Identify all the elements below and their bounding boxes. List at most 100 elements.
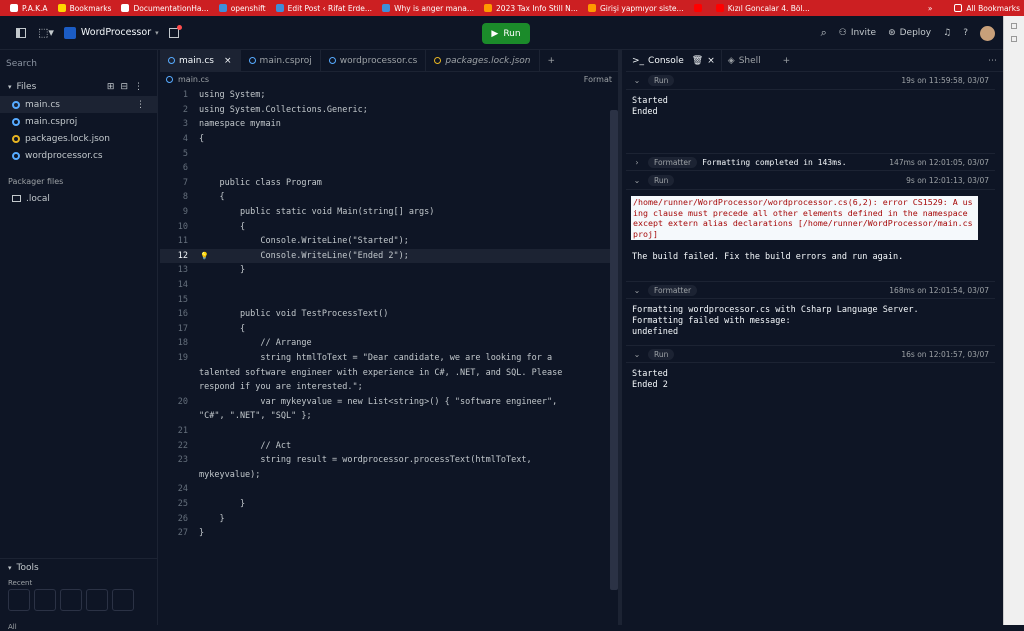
line-number: 20: [177, 396, 188, 407]
console-tabs: >_ Console 🗑 × ◈ Shell + ⋯: [626, 49, 1003, 72]
file-menu-icon[interactable]: ⋮: [136, 100, 145, 110]
new-tab-button[interactable]: +: [777, 50, 797, 72]
close-icon[interactable]: ×: [707, 56, 715, 66]
csharp-icon: [248, 57, 256, 64]
code-line: 20 var mykeyvalue = new List<string>() {…: [160, 395, 615, 410]
files-section[interactable]: ▾ Files ⊞⊟⋮: [0, 78, 157, 96]
bookmark-item[interactable]: Edit Post ‹ Rifat Erde...: [275, 4, 372, 13]
code-line: respond if you are interested.";: [160, 380, 615, 395]
tab-console[interactable]: >_ Console 🗑 ×: [626, 49, 722, 72]
code-text: Console.WriteLine("Ended 2");: [199, 250, 409, 261]
help-button[interactable]: ?: [963, 28, 968, 38]
tool-slot[interactable]: [86, 589, 108, 611]
bookmark-icon: [382, 4, 391, 12]
code-line: 25 }: [160, 497, 615, 512]
bookmark-item[interactable]: Kızıl Goncalar 4. Böl...: [715, 4, 810, 13]
formatter-entry-2[interactable]: ⌄ Formatter 168ms on 12:01:54, 03/07: [626, 281, 995, 299]
folder-icon: [12, 195, 21, 202]
tool-slot[interactable]: [34, 589, 56, 611]
code-text: {: [199, 323, 246, 334]
file-item[interactable]: main.cs ⋮: [0, 96, 157, 113]
lightbulb-icon[interactable]: 💡: [200, 252, 209, 260]
more-icon[interactable]: ⋯: [982, 50, 1003, 72]
file-item[interactable]: packages.lock.json: [0, 130, 157, 147]
folder-icon: [954, 4, 963, 12]
code-line: 16 public void TestProcessText(): [160, 307, 615, 322]
tab-packages-lock-json[interactable]: packages.lock.json: [426, 49, 540, 72]
bookmark-item[interactable]: Why is anger mana...: [382, 4, 474, 13]
tools-section[interactable]: ▾ Tools: [0, 559, 157, 577]
code-text: "C#", ".NET", "SQL" };: [199, 411, 312, 422]
csharp-icon: [168, 57, 175, 64]
tool-slot[interactable]: [112, 589, 134, 611]
run-entry-3[interactable]: ⌄ Run 16s on 12:01:57, 03/07: [626, 345, 995, 363]
code-text: string result = wordprocessor.processTex…: [199, 455, 532, 466]
run-entry-1[interactable]: ⌄ Run 19s on 11:59:58, 03/07: [626, 72, 995, 90]
file-item[interactable]: main.csproj: [0, 113, 157, 130]
code-text: }: [199, 265, 246, 276]
bookmark-item[interactable]: [693, 4, 706, 12]
deploy-icon: ⊛: [888, 28, 896, 38]
run-button[interactable]: ▶ Run: [482, 23, 530, 44]
run-entry-2[interactable]: ⌄ Run 9s on 12:01:13, 03/07: [626, 172, 995, 190]
bookmark-item[interactable]: Girişi yapmıyor siste...: [587, 4, 684, 13]
line-number: 12: [177, 250, 188, 261]
format-button[interactable]: Format: [584, 75, 612, 84]
run-output-3: Started Ended 2: [632, 369, 668, 390]
sidebar-toggle-icon[interactable]: [16, 27, 26, 38]
database-icon[interactable]: [168, 24, 182, 38]
code-text: respond if you are interested.";: [199, 382, 363, 393]
repl-name[interactable]: WordProcessor: [81, 27, 151, 38]
avatar[interactable]: [980, 25, 995, 41]
code-text: namespace mymain: [199, 119, 281, 130]
new-tab-button[interactable]: +: [540, 50, 564, 72]
code-line: 13 }: [160, 263, 615, 278]
editor-scrollbar[interactable]: [610, 110, 618, 590]
build-error-message: /home/runner/WordProcessor/wordprocessor…: [631, 196, 978, 240]
bookmark-item[interactable]: openshift: [218, 4, 266, 13]
console-pane: >_ Console 🗑 × ◈ Shell + ⋯ ⌄ Run 19s on 11:59:…: [626, 49, 1003, 625]
tab-shell[interactable]: ◈ Shell: [722, 50, 767, 72]
workspace-icon[interactable]: ⬚▾: [38, 26, 54, 39]
file-item-local[interactable]: .local: [0, 190, 157, 207]
file-item[interactable]: wordprocessor.cs: [0, 147, 157, 164]
code-line: "C#", ".NET", "SQL" };: [160, 409, 615, 424]
invite-button[interactable]: ⚇ Invite: [839, 28, 876, 38]
tab-main-csproj[interactable]: main.csproj: [241, 49, 321, 72]
search-icon[interactable]: ⌕: [821, 26, 827, 40]
all-bookmarks[interactable]: All Bookmarks: [966, 4, 1020, 13]
line-number: 18: [177, 338, 188, 349]
code-text: using System.Collections.Generic;: [199, 104, 368, 115]
line-number: 17: [177, 323, 188, 334]
code-line: 18 // Arrange: [160, 336, 615, 351]
code-line: 9 public static void Main(string[] args): [160, 205, 615, 220]
tab-main-cs[interactable]: main.cs ×: [160, 49, 241, 72]
code-text: // Arrange: [199, 338, 312, 349]
bookmark-item[interactable]: 2023 Tax Info Still N...: [484, 4, 578, 13]
code-text: Console.WriteLine("Started");: [199, 236, 409, 247]
tab-wordprocessor-cs[interactable]: wordprocessor.cs: [321, 49, 427, 72]
sidebar: Search ▾ Files ⊞⊟⋮ main.cs ⋮ main.csproj pack…: [0, 50, 158, 631]
bookmark-item[interactable]: Bookmarks: [57, 4, 111, 13]
bell-icon[interactable]: ♫: [943, 28, 951, 38]
tool-slot[interactable]: [8, 589, 30, 611]
file-actions-icon[interactable]: ⊞⊟⋮: [107, 82, 149, 92]
chevron-down-icon[interactable]: ▾: [155, 29, 159, 37]
repl-logo-icon: [63, 26, 76, 39]
bookmark-icon: [587, 4, 596, 12]
search-input[interactable]: Search: [6, 56, 151, 72]
deploy-button[interactable]: ⊛ Deploy: [888, 28, 931, 38]
line-number: 4: [182, 134, 188, 145]
formatter-entry-1[interactable]: › Formatter Formatting completed in 143ms.…: [626, 153, 995, 171]
trash-icon[interactable]: 🗑: [692, 56, 703, 66]
close-icon[interactable]: ×: [224, 56, 232, 66]
code-line: 19 string htmlToText = "Dear candidate, …: [160, 351, 615, 366]
editor-pane: main.cs × main.csproj wordprocessor.cs packa…: [160, 49, 622, 625]
code-line: 14: [160, 278, 615, 293]
code-line: 21: [160, 424, 615, 439]
tool-slot[interactable]: [60, 589, 82, 611]
bookmark-item[interactable]: DocumentationHa...: [121, 4, 209, 13]
bookmarks-more[interactable]: »: [928, 4, 933, 13]
bookmark-item[interactable]: P.A.K.A: [10, 4, 48, 13]
csharp-icon: [166, 75, 173, 83]
